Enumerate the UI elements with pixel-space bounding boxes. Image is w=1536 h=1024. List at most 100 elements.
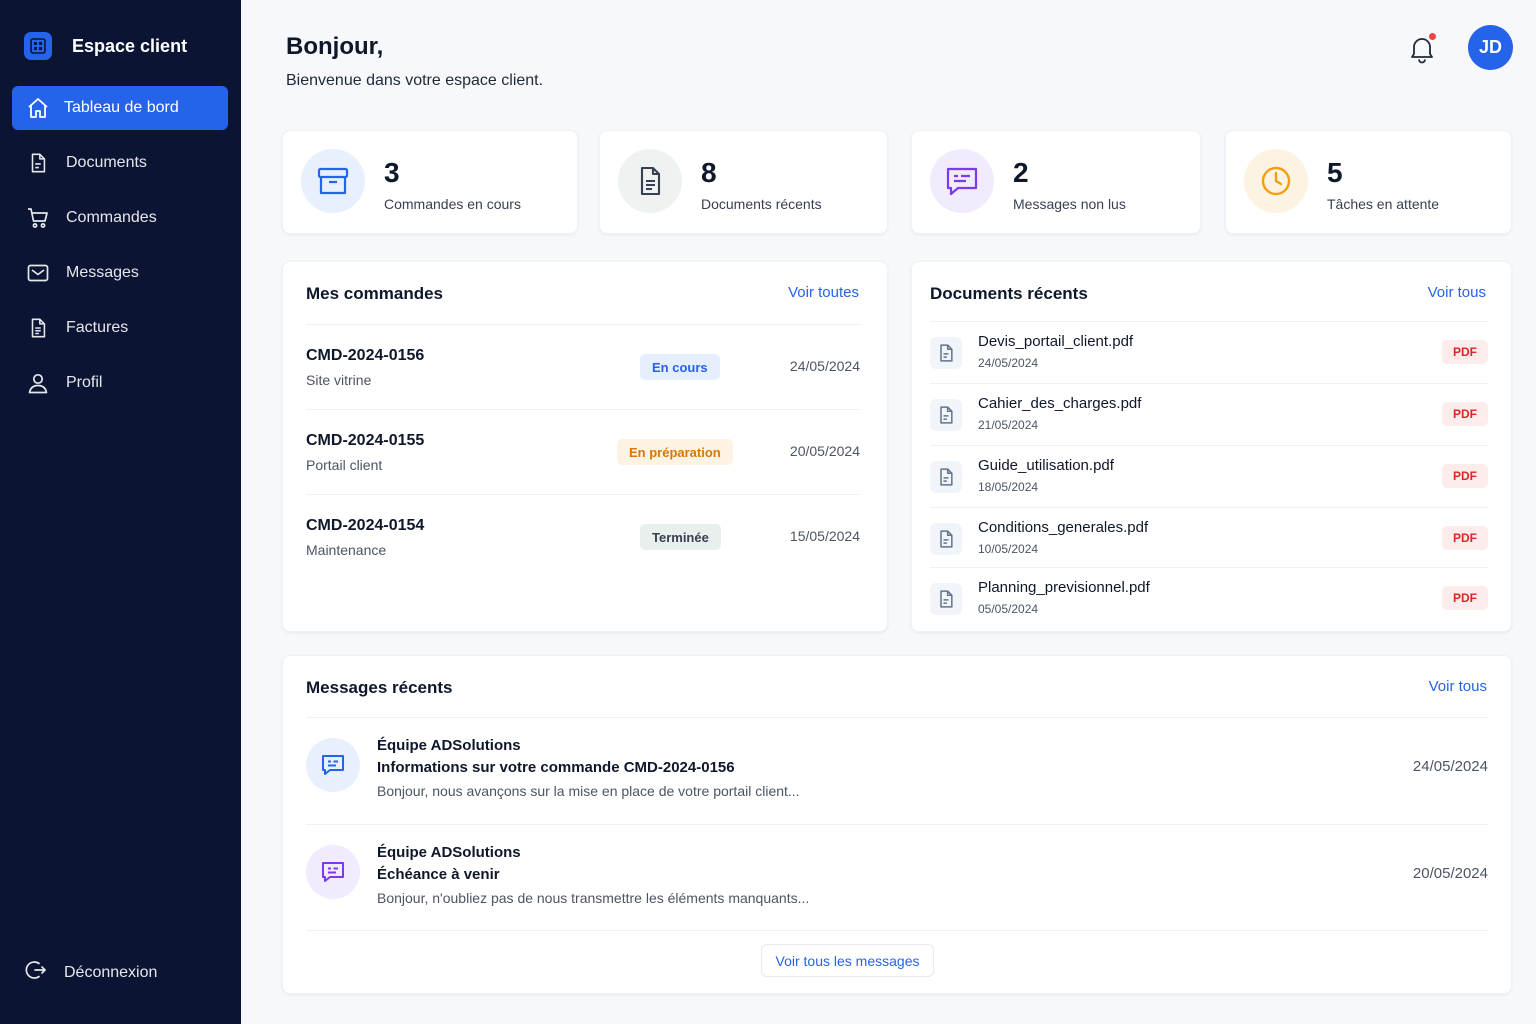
brand[interactable]: Espace client bbox=[24, 32, 187, 60]
chat-icon bbox=[306, 738, 360, 792]
order-name: Site vitrine bbox=[306, 372, 372, 388]
stat-label: Tâches en attente bbox=[1327, 196, 1440, 212]
order-row[interactable]: CMD-2024-0156 Site vitrine En cours 24/0… bbox=[306, 324, 860, 409]
stat-card-tasks[interactable]: 5 Tâches en attente bbox=[1225, 130, 1512, 234]
sidebar-item-label: Messages bbox=[66, 264, 139, 281]
message-date: 20/05/2024 bbox=[1412, 865, 1488, 882]
sidebar-item-label: Tableau de bord bbox=[64, 99, 179, 116]
cart-icon bbox=[26, 206, 50, 230]
clock-icon bbox=[1244, 149, 1308, 213]
document-icon bbox=[26, 151, 50, 175]
order-date: 15/05/2024 bbox=[789, 528, 860, 544]
stat-card-documents[interactable]: 8 Documents récents bbox=[599, 130, 888, 234]
messages-view-all-link[interactable]: Voir tous bbox=[1429, 678, 1487, 695]
page-subtitle: Bienvenue dans votre espace client. bbox=[286, 72, 544, 89]
message-subject: Informations sur votre commande CMD-2024… bbox=[377, 759, 735, 776]
document-name: Guide_utilisation.pdf bbox=[978, 457, 1114, 474]
messages-title: Messages récents bbox=[306, 678, 453, 697]
stat-label: Messages non lus bbox=[1013, 196, 1126, 212]
sidebar-item-label: Factures bbox=[66, 319, 129, 336]
logout-icon bbox=[24, 958, 48, 987]
grid-logo-icon bbox=[24, 32, 52, 60]
file-icon bbox=[930, 337, 962, 369]
stat-value: 2 bbox=[1013, 157, 1029, 188]
sidebar-item-dashboard[interactable]: Tableau de bord bbox=[12, 86, 228, 130]
pdf-badge[interactable]: PDF bbox=[1442, 402, 1488, 426]
order-id: CMD-2024-0155 bbox=[306, 432, 425, 449]
message-row[interactable]: Équipe ADSolutions Échéance à venir Bonj… bbox=[306, 824, 1488, 931]
page-title: Bonjour, bbox=[286, 33, 384, 60]
sidebar-item-orders[interactable]: Commandes bbox=[12, 196, 228, 240]
pdf-badge[interactable]: PDF bbox=[1442, 586, 1488, 610]
file-icon bbox=[930, 523, 962, 555]
mail-icon bbox=[26, 261, 50, 285]
user-icon bbox=[26, 371, 50, 395]
invoice-icon bbox=[26, 316, 50, 340]
sidebar-item-label: Commandes bbox=[66, 209, 157, 226]
order-name: Maintenance bbox=[306, 542, 387, 558]
message-date: 24/05/2024 bbox=[1412, 758, 1488, 775]
orders-view-all-link[interactable]: Voir toutes bbox=[788, 284, 859, 301]
app-title: Espace client bbox=[72, 35, 188, 56]
message-subject: Échéance à venir bbox=[377, 866, 500, 883]
stat-value: 5 bbox=[1327, 157, 1343, 188]
view-all-messages-button[interactable]: Voir tous les messages bbox=[761, 944, 934, 977]
document-date: 05/05/2024 bbox=[978, 602, 1039, 616]
stat-card-messages[interactable]: 2 Messages non lus bbox=[911, 130, 1201, 234]
document-row[interactable]: Guide_utilisation.pdf 18/05/2024 PDF bbox=[930, 445, 1488, 507]
orders-title: Mes commandes bbox=[306, 284, 443, 303]
notification-dot bbox=[1427, 31, 1438, 42]
message-preview: Bonjour, nous avançons sur la mise en pl… bbox=[377, 783, 800, 799]
pdf-badge[interactable]: PDF bbox=[1442, 464, 1488, 488]
document-row[interactable]: Conditions_generales.pdf 10/05/2024 PDF bbox=[930, 507, 1488, 569]
document-row[interactable]: Planning_previsionnel.pdf 05/05/2024 PDF bbox=[930, 567, 1488, 629]
logout-label: Déconnexion bbox=[64, 963, 158, 981]
document-date: 24/05/2024 bbox=[978, 356, 1039, 370]
document-date: 10/05/2024 bbox=[978, 542, 1039, 556]
file-icon bbox=[930, 399, 962, 431]
avatar[interactable]: JD bbox=[1468, 25, 1513, 70]
order-id: CMD-2024-0156 bbox=[306, 347, 425, 364]
pdf-badge[interactable]: PDF bbox=[1442, 340, 1488, 364]
message-icon bbox=[930, 149, 994, 213]
documents-title: Documents récents bbox=[930, 284, 1088, 303]
document-date: 18/05/2024 bbox=[978, 480, 1039, 494]
sidebar-nav: Tableau de bord Documents Commandes Mess… bbox=[12, 86, 228, 416]
stat-value: 8 bbox=[701, 157, 717, 188]
pdf-badge[interactable]: PDF bbox=[1442, 526, 1488, 550]
file-text-icon bbox=[618, 149, 682, 213]
sidebar-item-messages[interactable]: Messages bbox=[12, 251, 228, 295]
status-badge: En cours bbox=[640, 354, 720, 380]
file-icon bbox=[930, 583, 962, 615]
order-name: Portail client bbox=[306, 457, 383, 473]
order-id: CMD-2024-0154 bbox=[306, 517, 425, 534]
sidebar-item-profile[interactable]: Profil bbox=[12, 361, 228, 405]
message-sender: Équipe ADSolutions bbox=[377, 737, 521, 754]
sidebar-item-invoices[interactable]: Factures bbox=[12, 306, 228, 350]
stat-card-orders[interactable]: 3 Commandes en cours bbox=[282, 130, 578, 234]
stat-label: Commandes en cours bbox=[384, 196, 521, 212]
sidebar-item-label: Documents bbox=[66, 154, 147, 171]
document-row[interactable]: Cahier_des_charges.pdf 21/05/2024 PDF bbox=[930, 383, 1488, 445]
archive-box-icon bbox=[301, 149, 365, 213]
message-sender: Équipe ADSolutions bbox=[377, 844, 521, 861]
messages-card: Messages récents Voir tous Équipe ADSolu… bbox=[282, 655, 1512, 994]
order-row[interactable]: CMD-2024-0155 Portail client En préparat… bbox=[306, 409, 860, 494]
document-row[interactable]: Devis_portail_client.pdf 24/05/2024 PDF bbox=[930, 321, 1488, 383]
sidebar: Espace client Tableau de bord Documents … bbox=[0, 0, 241, 1024]
chat-icon bbox=[306, 845, 360, 899]
order-date: 20/05/2024 bbox=[789, 443, 860, 459]
stat-label: Documents récents bbox=[701, 196, 822, 212]
message-row[interactable]: Équipe ADSolutions Informations sur votr… bbox=[306, 717, 1488, 824]
documents-card: Documents récents Voir tous Devis_portai… bbox=[911, 261, 1512, 632]
stat-value: 3 bbox=[384, 157, 400, 188]
sidebar-item-documents[interactable]: Documents bbox=[12, 141, 228, 185]
document-name: Cahier_des_charges.pdf bbox=[978, 395, 1142, 412]
order-row[interactable]: CMD-2024-0154 Maintenance Terminée 15/05… bbox=[306, 494, 860, 579]
status-badge: Terminée bbox=[640, 524, 721, 550]
documents-view-all-link[interactable]: Voir tous bbox=[1428, 284, 1486, 301]
document-name: Planning_previsionnel.pdf bbox=[978, 579, 1150, 596]
order-date: 24/05/2024 bbox=[789, 358, 860, 374]
logout-button[interactable]: Déconnexion bbox=[24, 958, 157, 987]
status-badge: En préparation bbox=[617, 439, 733, 465]
